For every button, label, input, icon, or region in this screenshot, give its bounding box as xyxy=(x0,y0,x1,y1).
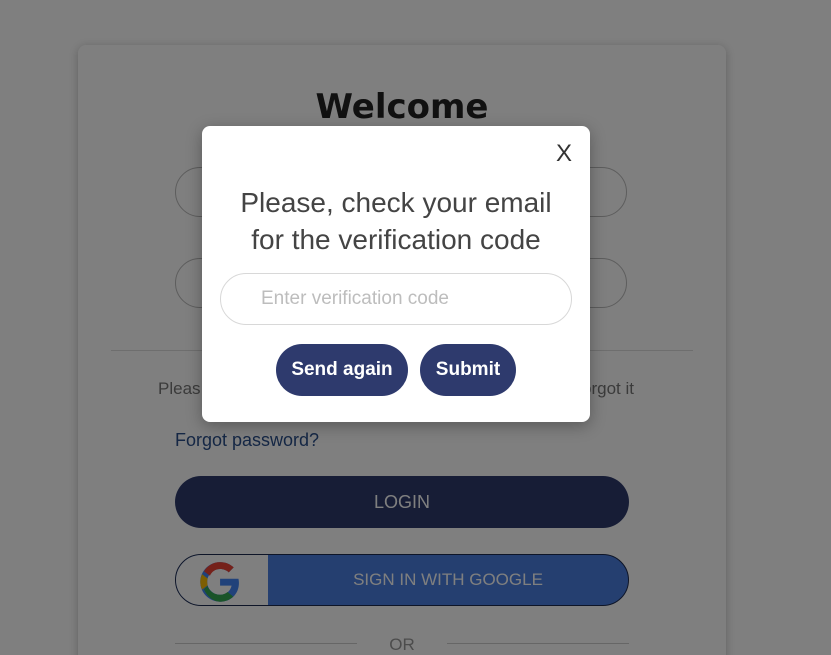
close-icon[interactable]: X xyxy=(552,140,576,168)
send-again-button[interactable]: Send again xyxy=(276,344,408,396)
verification-message: Please, check your email for the verific… xyxy=(212,184,580,258)
submit-button[interactable]: Submit xyxy=(420,344,516,396)
verification-code-input[interactable] xyxy=(220,273,572,325)
verification-message-line2: for the verification code xyxy=(251,224,541,255)
verification-modal: X Please, check your email for the verif… xyxy=(202,126,590,422)
verification-message-line1: Please, check your email xyxy=(240,187,552,218)
